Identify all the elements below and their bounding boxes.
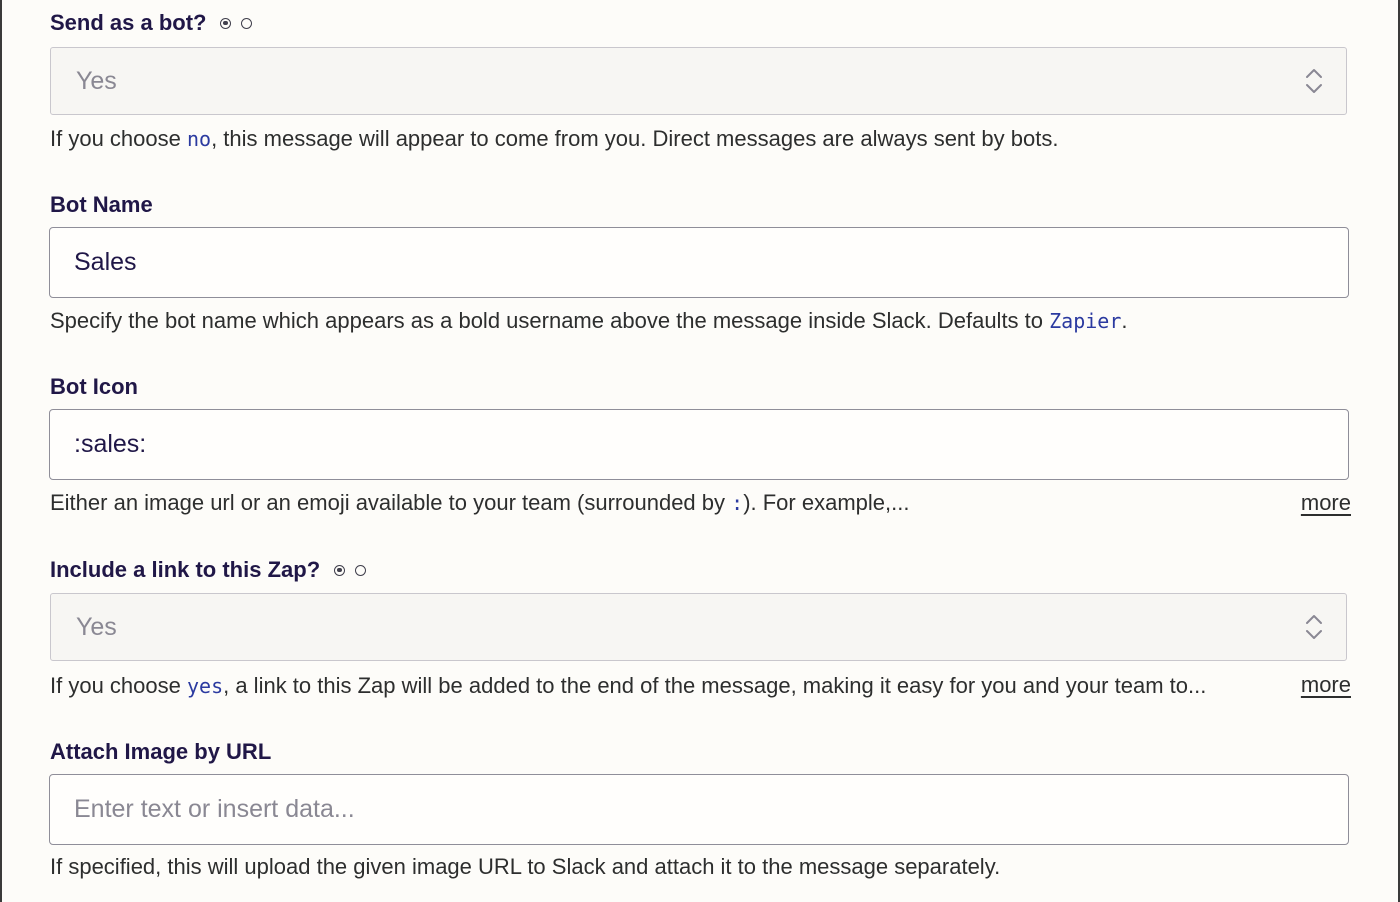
send-as-bot-help-after: , this message will appear to come from … xyxy=(211,126,1059,151)
window-left-edge xyxy=(0,0,2,902)
bot-icon-help-before: Either an image url or an emoji availabl… xyxy=(50,490,732,515)
send-as-bot-help-before: If you choose xyxy=(50,126,187,151)
include-link-label-row: Include a link to this Zap? xyxy=(50,555,1350,585)
send-as-bot-select[interactable]: Yes xyxy=(50,47,1347,115)
include-link-more-link[interactable]: more xyxy=(1301,672,1351,698)
include-link-radio-yes[interactable] xyxy=(334,564,346,576)
bot-name-help: Specify the bot name which appears as a … xyxy=(50,308,1128,334)
send-as-bot-label: Send as a bot? xyxy=(50,10,207,35)
attach-image-input[interactable]: Enter text or insert data... xyxy=(49,774,1349,845)
include-link-help-code: yes xyxy=(186,674,224,698)
attach-image-placeholder: Enter text or insert data... xyxy=(74,795,355,823)
include-link-help-before: If you choose xyxy=(50,673,187,698)
include-link-label: Include a link to this Zap? xyxy=(50,557,321,582)
include-link-select[interactable]: Yes xyxy=(50,593,1347,661)
send-as-bot-radio-no[interactable] xyxy=(241,17,253,29)
attach-image-help: If specified, this will upload the given… xyxy=(50,854,1001,879)
bot-icon-more-link[interactable]: more xyxy=(1301,490,1351,516)
send-as-bot-help-code: no xyxy=(186,127,212,151)
bot-name-input[interactable]: Sales xyxy=(49,227,1349,298)
bot-name-input-value: Sales xyxy=(74,248,137,276)
bot-name-field: Bot Name xyxy=(50,190,1350,220)
bot-icon-help-code: : xyxy=(731,491,744,515)
bot-icon-input[interactable]: :sales: xyxy=(49,409,1349,480)
include-link-field: Include a link to this Zap? xyxy=(50,555,1350,585)
include-link-radio-group xyxy=(334,564,376,576)
send-as-bot-help: If you choose no, this message will appe… xyxy=(50,126,1058,152)
bot-icon-field: Bot Icon xyxy=(50,372,1350,402)
send-as-bot-label-row: Send as a bot? xyxy=(50,8,1350,38)
bot-icon-help-after: ). For example,... xyxy=(743,490,910,515)
bot-icon-label: Bot Icon xyxy=(50,374,138,399)
include-link-select-value: Yes xyxy=(76,613,117,641)
send-as-bot-radio-yes[interactable] xyxy=(220,17,232,29)
send-as-bot-field: Send as a bot? xyxy=(50,8,1350,38)
bot-icon-help: Either an image url or an emoji availabl… xyxy=(50,490,909,516)
attach-image-label: Attach Image by URL xyxy=(50,739,272,764)
include-link-help-after: , a link to this Zap will be added to th… xyxy=(223,673,1207,698)
bot-icon-input-value: :sales: xyxy=(74,430,147,458)
attach-image-field: Attach Image by URL xyxy=(50,737,1350,767)
bot-name-help-before: Specify the bot name which appears as a … xyxy=(50,308,1050,333)
send-as-bot-radio-group xyxy=(220,17,262,29)
chevron-up-down-icon xyxy=(1306,69,1322,93)
chevron-up-down-icon xyxy=(1306,615,1322,639)
send-as-bot-select-value: Yes xyxy=(76,67,117,95)
bot-name-help-after: . xyxy=(1121,308,1128,333)
include-link-help: If you choose yes, a link to this Zap wi… xyxy=(50,673,1206,699)
include-link-radio-no[interactable] xyxy=(355,564,367,576)
bot-name-help-code: Zapier xyxy=(1049,309,1122,333)
bot-name-label: Bot Name xyxy=(50,192,153,217)
